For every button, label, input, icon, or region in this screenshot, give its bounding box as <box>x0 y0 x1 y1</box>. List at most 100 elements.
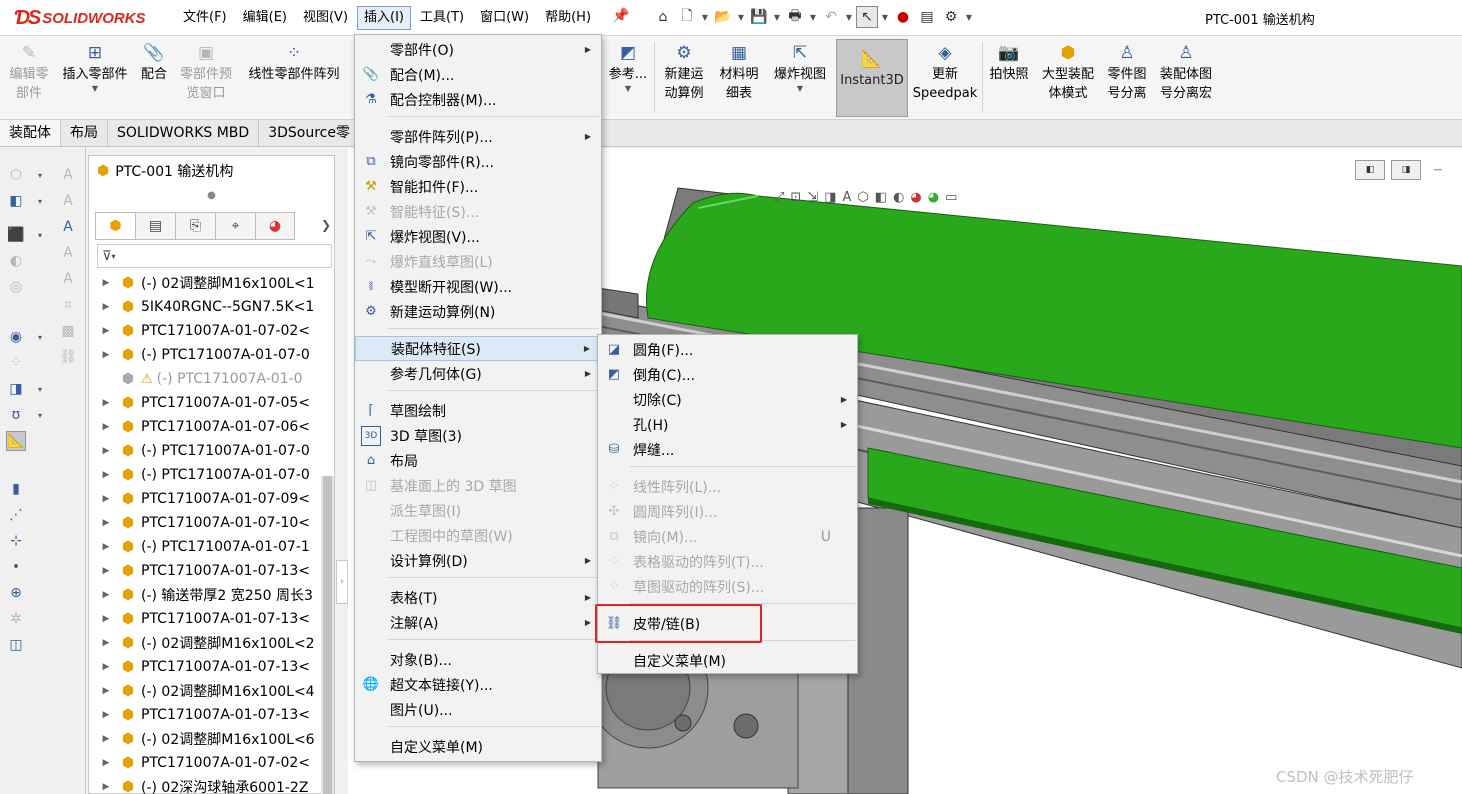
menu-item-3d-sketch[interactable]: 3D 3D 草图(3) <box>355 423 601 448</box>
tree-item[interactable]: ▶ ⬢ PTC171007A-01-07-13< <box>89 655 321 679</box>
feature-manager-tab-icon[interactable]: ⬢ <box>95 212 135 240</box>
select-cursor-icon[interactable]: ↖ <box>856 6 878 28</box>
print-icon[interactable]: 🖶 <box>784 6 806 28</box>
instant3d-button[interactable]: 📐 Instant3D <box>836 39 908 117</box>
text-icon[interactable]: A <box>58 165 78 185</box>
new-motion-study-button[interactable]: ⚙ 新建运 动算例 <box>658 36 710 118</box>
zoom-to-fit-icon[interactable]: ⤢ <box>774 190 784 205</box>
chevron-down-icon[interactable]: ▼ <box>92 84 98 94</box>
tree-item[interactable]: ▶ ⬢ PTC171007A-01-07-13< <box>89 607 321 631</box>
menu-item-layout[interactable]: ⌂ 布局 <box>355 448 601 473</box>
menu-tools[interactable]: 工具(T) <box>413 6 471 30</box>
tree-item[interactable]: ▶ ⬢ 5IK40RGNC--5GN7.5K<1 <box>89 295 321 319</box>
menu-item-design-study[interactable]: 设计算例(D) ▶ <box>355 548 601 573</box>
appearance-icon[interactable]: ◉ <box>6 327 26 347</box>
open-icon[interactable]: 📂 <box>712 6 734 28</box>
update-speedpak-button[interactable]: ◈ 更新 Speedpak <box>912 36 978 118</box>
edit-appearance-icon[interactable]: ◕ <box>910 190 921 205</box>
weld-symbol-icon[interactable]: ⌗ <box>58 295 78 315</box>
point-icon[interactable]: • <box>6 557 26 577</box>
menu-item-circular-pattern[interactable]: ✣ 圆周阵列(I)... <box>598 499 857 524</box>
pin-icon[interactable]: 📌 <box>612 8 629 24</box>
axis-icon[interactable]: ⋰ <box>6 505 26 525</box>
menu-item-mirror[interactable]: ⧉ 镜向(M)... U <box>598 524 857 549</box>
display-style-icon[interactable]: ◧ <box>875 190 887 205</box>
tab-3dsource[interactable]: 3DSource零 <box>259 120 360 146</box>
view-orientation-icon[interactable]: ◧ <box>6 191 26 211</box>
menu-view[interactable]: 视图(V) <box>296 6 355 30</box>
property-manager-tab-icon[interactable]: ▤ <box>135 212 175 240</box>
linear-component-pattern-button[interactable]: ⁘ 线性零部件阵列 <box>242 36 346 118</box>
assembly-id-split-macro-button[interactable]: ♙ 装配体图 号分离宏 <box>1154 36 1218 118</box>
mate-button[interactable]: 📎 配合 <box>136 36 172 118</box>
tab-layout[interactable]: 布局 <box>61 120 108 146</box>
menu-item-break-view[interactable]: ⧚ 模型断开视图(W)... <box>355 274 601 299</box>
undo-icon[interactable]: ↶ <box>820 6 842 28</box>
menu-item-fillet[interactable]: ◪ 圆角(F)... <box>598 337 857 362</box>
menu-item-cut[interactable]: 切除(C) ▶ <box>598 387 857 412</box>
tree-item[interactable]: ▶ ⬢ (-) 02调整脚M16x100L<1 <box>89 271 321 295</box>
tree-item[interactable]: ▶ ⬢ (-) 02深沟球轴承6001-2Z <box>89 775 321 794</box>
menu-item-mate-controller[interactable]: ⚗ 配合控制器(M)... <box>355 87 601 112</box>
menu-item-new-motion-study[interactable]: ⚙ 新建运动算例(N) <box>355 299 601 324</box>
tree-item[interactable]: ▶ ⬢ PTC171007A-01-07-02< <box>89 751 321 775</box>
tree-item[interactable]: ▶ ⬢ (-) PTC171007A-01-07-1 <box>89 535 321 559</box>
menu-item-sketch-from-drawing[interactable]: 工程图中的草图(W) <box>355 523 601 548</box>
menu-window[interactable]: 窗口(W) <box>473 6 536 30</box>
tree-filter[interactable]: ⊽ ▾ <box>97 244 332 268</box>
menu-item-sketch-driven-pattern[interactable]: ⁘ 草图驱动的阵列(S)... <box>598 574 857 599</box>
exploded-view-button[interactable]: ⇱ 爆炸视图 ▼ <box>768 36 832 118</box>
component-icon[interactable]: ⬡ <box>6 165 26 185</box>
reference-plane-icon[interactable]: ◨ <box>6 379 26 399</box>
tree-item[interactable]: ▶ ⬢ PTC171007A-01-07-09< <box>89 487 321 511</box>
tree-item[interactable]: ▶ ⬢ PTC171007A-01-07-02< <box>89 319 321 343</box>
home-icon[interactable]: ⌂ <box>652 6 674 28</box>
pattern-icon[interactable]: ⁘ <box>6 353 26 373</box>
menu-help[interactable]: 帮助(H) <box>538 6 598 30</box>
link-icon[interactable]: ⛓ <box>58 347 78 367</box>
hide-show-icon[interactable]: ◐ <box>893 190 904 205</box>
large-assembly-mode-button[interactable]: ⬢ 大型装配 体模式 <box>1036 36 1100 118</box>
menu-item-reference-geometry[interactable]: 参考几何体(G) ▶ <box>355 361 601 386</box>
tree-item[interactable]: ▶ ⬢ (-) 输送带厚2 宽250 周长3 <box>89 583 321 607</box>
menu-item-assembly-feature[interactable]: 装配体特征(S) ▶ <box>355 336 601 361</box>
menu-item-hole[interactable]: 孔(H) ▶ <box>598 412 857 437</box>
chevron-right-icon[interactable]: ❯ <box>321 218 331 232</box>
panel-handle[interactable]: ● <box>89 190 334 201</box>
file-properties-icon[interactable]: ▤ <box>916 6 938 28</box>
menu-item-smart-fasteners[interactable]: ⚒ 智能扣件(F)... <box>355 174 601 199</box>
plane-icon[interactable]: ▮ <box>6 479 26 499</box>
component-preview-button[interactable]: ▣ 零部件预 览窗口 <box>175 36 237 118</box>
tab-assembly[interactable]: 装配体 <box>0 120 61 146</box>
solidworks-logo[interactable]: ƊS SOLIDWORKS <box>14 6 146 30</box>
tree-item[interactable]: ▶ ⬢ (-) PTC171007A-01-07-0 <box>89 439 321 463</box>
dimxpert-tab-icon[interactable]: ⌖ <box>215 212 255 240</box>
configuration-manager-tab-icon[interactable]: ⎘ <box>175 212 215 240</box>
menu-item-customize-menu[interactable]: 自定义菜单(M) <box>598 648 857 673</box>
zoom-area-icon[interactable]: ⊡ <box>790 190 801 205</box>
hatch-icon[interactable]: ▩ <box>58 321 78 341</box>
menu-item-weld-bead[interactable]: ⛁ 焊缝... <box>598 437 857 462</box>
chevron-down-icon[interactable]: ▼ <box>700 6 710 28</box>
menu-file[interactable]: 文件(F) <box>176 6 234 30</box>
menu-item-derived-sketch[interactable]: 派生草图(I) <box>355 498 601 523</box>
insert-component-button[interactable]: ⊞ 插入零部件 ▼ <box>58 36 132 118</box>
view-settings-icon[interactable]: ▭ <box>945 190 957 205</box>
coordinate-system-icon[interactable]: ⊹ <box>6 531 26 551</box>
panel-collapse-handle[interactable]: › <box>336 560 348 604</box>
display-manager-tab-icon[interactable]: ◕ <box>255 212 295 240</box>
menu-item-smart-feature[interactable]: ⚒ 智能特征(S)... <box>355 199 601 224</box>
chevron-down-icon[interactable]: ▼ <box>964 6 974 28</box>
menu-item-component-pattern[interactable]: 零部件阵列(P)... ▶ <box>355 124 601 149</box>
instant3d-ruler-icon[interactable]: 📐 <box>6 431 26 451</box>
reference-geometry-button[interactable]: ◩ 参考... ▼ <box>606 36 650 118</box>
menu-item-3d-sketch-on-plane[interactable]: ◫ 基准面上的 3D 草图 <box>355 473 601 498</box>
previous-view-icon[interactable]: ⇲ <box>807 190 818 205</box>
rebuild-traffic-light-icon[interactable]: ● <box>892 6 914 28</box>
dynamic-annotation-icon[interactable]: A <box>843 190 852 205</box>
menu-item-picture[interactable]: 图片(U)... <box>355 697 601 722</box>
menu-item-annotations[interactable]: 注解(A) ▶ <box>355 610 601 635</box>
tree-item[interactable]: ▶ ⬢ (-) PTC171007A-01-07-0 <box>89 343 321 367</box>
tree-title[interactable]: PTC-001 输送机构 <box>115 161 233 181</box>
section-view-icon[interactable]: ◨ <box>824 190 836 205</box>
